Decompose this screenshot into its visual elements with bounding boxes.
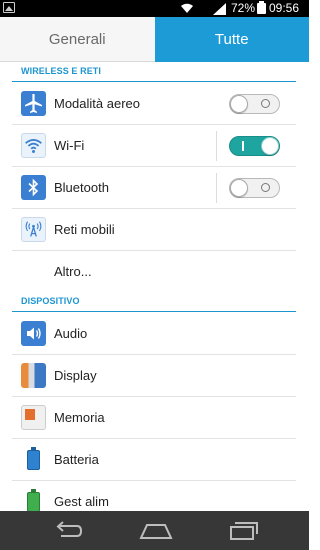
tab-tutte[interactable]: Tutte [154, 17, 309, 62]
battery-icon [21, 447, 46, 472]
setting-label: Bluetooth [54, 180, 109, 195]
speaker-icon [21, 321, 46, 346]
toggle-knob [261, 137, 279, 155]
setting-audio[interactable]: Audio [0, 313, 309, 355]
setting-label: Wi-Fi [54, 138, 85, 153]
notification-image-icon [3, 2, 15, 13]
back-icon[interactable] [49, 517, 89, 545]
setting-label: Batteria [54, 452, 99, 467]
setting-label: Reti mobili [54, 222, 115, 237]
vertical-separator [216, 131, 217, 161]
toggle-on-indicator [242, 141, 244, 151]
mobile-network-icon [21, 217, 46, 242]
setting-bluetooth[interactable]: Bluetooth [0, 167, 309, 209]
section-header-wireless: WIRELESS E RETI [0, 62, 309, 82]
setting-display[interactable]: Display [0, 355, 309, 397]
section-rule [12, 81, 296, 82]
setting-more[interactable]: Altro... [0, 251, 309, 293]
section-title-wireless: WIRELESS E RETI [21, 66, 102, 76]
setting-wifi[interactable]: Wi-Fi [0, 125, 309, 167]
battery-percent: 72% [231, 1, 256, 15]
clock: 09:56 [269, 1, 300, 15]
wifi-status-icon [180, 1, 194, 15]
home-icon[interactable] [136, 517, 176, 545]
navigation-bar [0, 511, 309, 550]
section-rule [12, 311, 296, 312]
section-title-device: DISPOSITIVO [21, 296, 80, 306]
wifi-icon [21, 133, 46, 158]
status-bar: 72% 09:56 [0, 0, 309, 17]
setting-airplane-mode[interactable]: Modalità aereo [0, 83, 309, 125]
vertical-separator [216, 173, 217, 203]
battery-status-icon [257, 1, 266, 14]
airplane-mode-toggle[interactable] [229, 94, 280, 114]
display-icon [21, 363, 46, 388]
setting-label: Display [54, 368, 97, 383]
setting-label: Audio [54, 326, 88, 341]
recent-apps-icon[interactable] [222, 517, 262, 545]
tab-generali[interactable]: Generali [0, 17, 155, 62]
setting-label: Memoria [54, 410, 105, 425]
toggle-knob [230, 95, 248, 113]
tab-bar: Generali Tutte [0, 17, 309, 62]
storage-icon [21, 405, 46, 430]
toggle-knob [230, 179, 248, 197]
airplane-icon [21, 91, 46, 116]
bluetooth-toggle[interactable] [229, 178, 280, 198]
setting-label: Modalità aereo [54, 96, 140, 111]
setting-label: Gest alim [54, 494, 109, 509]
setting-mobile-networks[interactable]: Reti mobili [0, 209, 309, 251]
setting-battery[interactable]: Batteria [0, 439, 309, 481]
bluetooth-icon [21, 175, 46, 200]
toggle-off-indicator [261, 183, 270, 192]
wifi-toggle[interactable] [229, 136, 280, 156]
setting-label: Altro... [54, 264, 92, 279]
toggle-off-indicator [261, 99, 270, 108]
signal-icon [213, 2, 226, 15]
section-header-device: DISPOSITIVO [0, 292, 309, 312]
setting-storage[interactable]: Memoria [0, 397, 309, 439]
